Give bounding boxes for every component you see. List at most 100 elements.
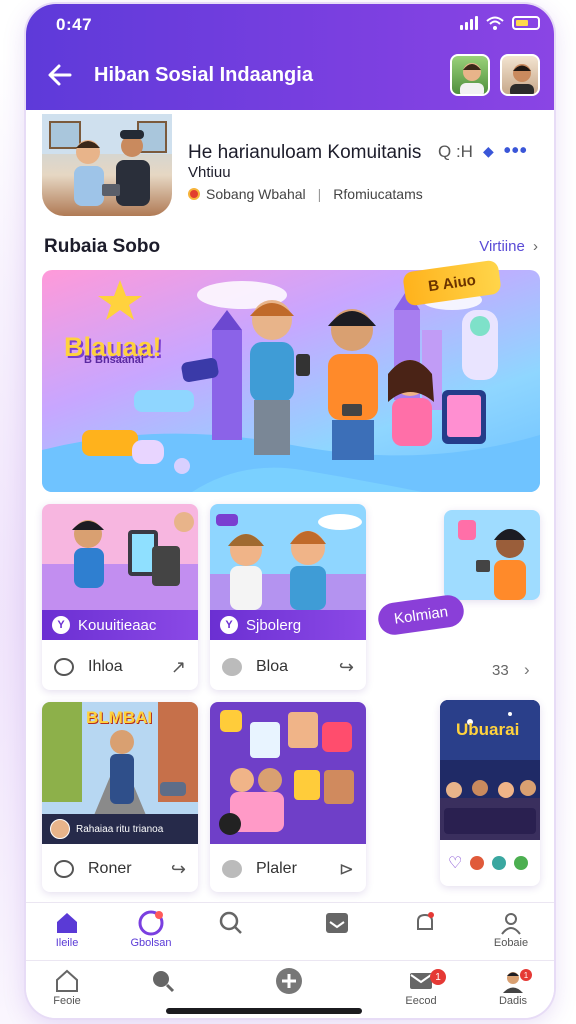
post-card-3[interactable] bbox=[444, 510, 540, 600]
count-label: 33 bbox=[492, 662, 509, 679]
tab-label: Dadis bbox=[498, 995, 528, 1007]
meta-separator: | bbox=[317, 186, 322, 202]
profile-ring-icon bbox=[138, 910, 164, 936]
post-card-overlay: Rahaiaa ritu trianoa bbox=[50, 814, 190, 844]
post-card-image bbox=[444, 510, 540, 600]
post-card-image-title: Ubuarai bbox=[456, 720, 520, 739]
wifi-icon bbox=[486, 16, 504, 30]
profile-subtitle: Vhtiuu bbox=[188, 164, 231, 181]
post-card-action-label: Roner bbox=[88, 860, 132, 877]
avatar bbox=[50, 819, 70, 839]
profile-search-button[interactable]: Q :H bbox=[438, 142, 473, 162]
post-card-5[interactable]: Plaler ⊳ bbox=[210, 702, 366, 892]
comment-icon[interactable] bbox=[222, 658, 242, 676]
post-card-action-label: Ihloa bbox=[88, 658, 123, 675]
status-icons bbox=[460, 16, 540, 30]
tab-profile[interactable]: Gbolsan bbox=[116, 909, 186, 949]
comment-icon[interactable] bbox=[222, 860, 242, 878]
card-badge-icon: Y bbox=[220, 616, 238, 634]
profile-meta-right: Rfomiucatams bbox=[333, 186, 423, 202]
status-time: 0:47 bbox=[56, 15, 93, 34]
post-card-image bbox=[210, 504, 366, 610]
profile-meta-left: Sobang Wbahal bbox=[206, 186, 306, 202]
profile-meta: Sobang Wbahal | Rfomiucatams bbox=[188, 186, 423, 202]
post-card-2[interactable]: Y Sjbolerg Bloa ↪ bbox=[210, 504, 366, 690]
post-card-overlay-label: Rahaiaa ritu trianoa bbox=[76, 823, 164, 835]
post-card-actions: Roner ↪ bbox=[42, 846, 198, 892]
post-card-banner: Y Kouuitieaac bbox=[42, 610, 198, 640]
tab-mail[interactable]: 1 Eecod bbox=[386, 967, 456, 1007]
app-header: 0:47 Hiban Sosial Indaangia bbox=[26, 4, 554, 110]
avatar bbox=[470, 856, 485, 870]
shield-icon[interactable]: ◆ bbox=[483, 143, 494, 160]
tab-add[interactable] bbox=[254, 967, 324, 995]
tab-home[interactable]: Ileile bbox=[32, 909, 102, 949]
post-card-1[interactable]: Y Kouuitieaac Ihloa ↗ bbox=[42, 504, 198, 690]
tab-search-2[interactable] bbox=[128, 967, 198, 995]
tab-notifications[interactable] bbox=[390, 909, 460, 937]
header-title: Hiban Sosial Indaangia bbox=[94, 64, 313, 86]
more-options-icon[interactable]: ••• bbox=[504, 140, 528, 163]
avatar bbox=[514, 856, 529, 870]
post-card-6[interactable]: Ubuarai ♡ bbox=[440, 700, 540, 886]
tab-label: Ileile bbox=[55, 937, 79, 949]
post-card-actions: Plaler ⊳ bbox=[210, 846, 366, 892]
tab-label: Feoie bbox=[53, 995, 81, 1007]
post-card-banner-label: Kouuitieaac bbox=[78, 616, 157, 634]
post-card-action-label: Plaler bbox=[256, 860, 297, 877]
header-avatar-2[interactable] bbox=[500, 54, 540, 96]
home-icon bbox=[56, 969, 78, 992]
avatar bbox=[492, 856, 507, 870]
post-card-actions: Ihloa ↗ bbox=[42, 644, 198, 690]
section-link-label: Virtiine bbox=[479, 238, 525, 255]
section-view-all-link[interactable]: Virtiine › bbox=[479, 238, 538, 255]
tab-bar-primary: Ileile Gbolsan Eobaie bbox=[26, 902, 554, 960]
battery-icon bbox=[512, 16, 540, 30]
post-card-4[interactable]: BLMBAI Rahaiaa ritu trianoa Roner ↪ bbox=[42, 702, 198, 892]
share-icon[interactable]: ↪ bbox=[171, 859, 186, 880]
post-card-action-label: Bloa bbox=[256, 658, 289, 675]
post-card-image bbox=[42, 504, 198, 610]
home-indicator[interactable] bbox=[166, 1008, 362, 1014]
comment-icon[interactable] bbox=[54, 658, 74, 676]
chevron-right-icon: › bbox=[533, 238, 538, 255]
tab-label: Gbolsan bbox=[130, 937, 172, 949]
share-icon[interactable]: ↗ bbox=[171, 657, 186, 678]
tab-home-2[interactable]: Feoie bbox=[32, 967, 102, 1007]
profile-photo[interactable] bbox=[42, 114, 172, 216]
bell-icon bbox=[417, 912, 434, 930]
back-arrow-icon[interactable] bbox=[46, 62, 74, 88]
hero-banner[interactable] bbox=[42, 270, 540, 492]
header-avatar-1[interactable] bbox=[450, 54, 490, 96]
tab-avatar[interactable]: 1 Dadis bbox=[478, 967, 548, 1007]
heart-icon[interactable]: ♡ bbox=[448, 853, 462, 873]
signal-icon bbox=[460, 16, 478, 30]
tab-search[interactable] bbox=[196, 909, 266, 937]
post-card-actions: Bloa ↪ bbox=[210, 644, 366, 690]
post-card-banner-label: Sjbolerg bbox=[246, 616, 302, 634]
tab-inbox[interactable] bbox=[302, 909, 372, 937]
profile-title: He harianuloam Komuitanis bbox=[188, 142, 422, 163]
phone-frame: 0:47 Hiban Sosial Indaangia He harianulo… bbox=[26, 4, 554, 1018]
post-card-banner: Y Sjbolerg bbox=[210, 610, 366, 640]
section-title: Rubaia Sobo bbox=[44, 236, 161, 257]
share-icon[interactable]: ⊳ bbox=[339, 859, 354, 880]
post-card-image bbox=[210, 702, 366, 844]
share-icon[interactable]: ↪ bbox=[339, 657, 354, 678]
add-icon bbox=[276, 968, 302, 994]
tab-account[interactable]: Eobaie bbox=[476, 909, 546, 949]
inbox-icon bbox=[326, 913, 348, 933]
post-card-actions: ♡ bbox=[440, 840, 540, 886]
comment-icon[interactable] bbox=[54, 860, 74, 878]
notification-badge: 1 bbox=[520, 969, 532, 981]
floating-tag[interactable]: Kolmian bbox=[376, 593, 466, 637]
tab-label: Eobaie bbox=[493, 937, 529, 949]
post-card-image-title: BLMBAI bbox=[86, 708, 153, 727]
profile-tools: Q :H ◆ ••• bbox=[438, 140, 528, 163]
card-badge-icon: Y bbox=[52, 616, 70, 634]
tab-label: Eecod bbox=[405, 995, 437, 1007]
search-icon bbox=[153, 971, 175, 993]
chevron-right-icon[interactable]: › bbox=[524, 660, 530, 680]
home-icon bbox=[57, 913, 77, 933]
user-icon bbox=[501, 913, 521, 935]
